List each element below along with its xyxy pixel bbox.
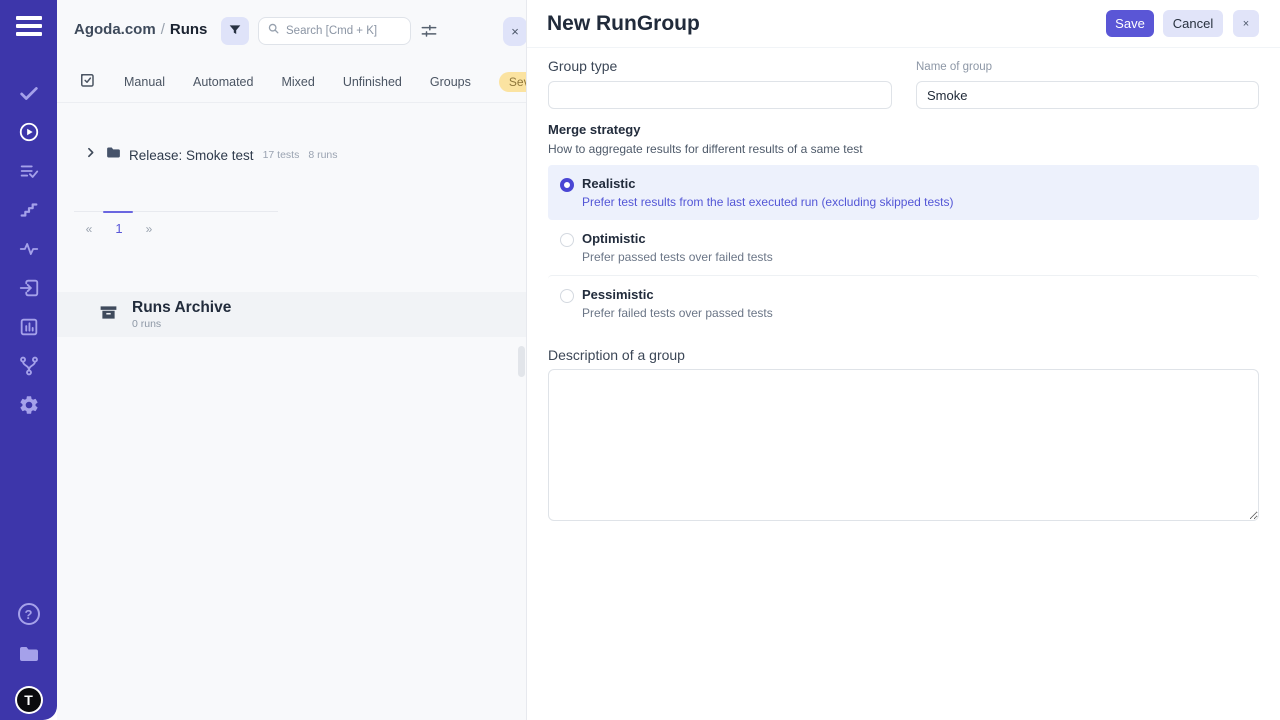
app-window: ? T Agoda.com/Runs × (0, 0, 1280, 720)
sidebar-item-activity[interactable] (0, 232, 57, 271)
pulse-icon (18, 238, 40, 265)
help-icon[interactable]: ? (18, 603, 40, 625)
archive-count: 0 runs (132, 318, 231, 330)
search-icon (267, 22, 280, 40)
funnel-icon (227, 22, 243, 41)
pagination-page-1[interactable]: 1 (111, 221, 127, 236)
select-runs-icon[interactable] (78, 71, 96, 94)
name-of-group-input[interactable] (916, 81, 1259, 109)
filter-tab-automated[interactable]: Automated (193, 75, 253, 89)
archive-title: Runs Archive (132, 299, 231, 316)
run-group-name[interactable]: Release: Smoke test (129, 148, 254, 163)
description-label: Description of a group (548, 347, 1259, 363)
left-panel-close-button[interactable]: × (503, 17, 527, 46)
archive-box-icon (98, 302, 119, 328)
adjustments-icon[interactable] (419, 21, 439, 41)
profile-avatar[interactable]: T (17, 688, 41, 712)
gear-icon (18, 394, 40, 421)
option-pessimistic-label: Pessimistic (582, 287, 773, 302)
bar-chart-icon (18, 316, 40, 343)
new-rungroup-panel: New RunGroup Save Cancel × Group type Na… (527, 0, 1280, 720)
sidebar-item-suites[interactable] (0, 154, 57, 193)
pagination-prev-button[interactable]: « (81, 222, 97, 236)
filter-tab-manual[interactable]: Manual (124, 75, 165, 89)
option-optimistic-label: Optimistic (582, 231, 773, 246)
sidebar-item-runs[interactable] (0, 115, 57, 154)
check-icon (18, 82, 40, 109)
filter-button[interactable] (221, 17, 249, 45)
play-circle-icon (18, 121, 40, 148)
search-box (258, 17, 411, 45)
runs-archive-row[interactable]: Runs Archive 0 runs (57, 292, 527, 337)
option-optimistic[interactable]: Optimistic Prefer passed tests over fail… (548, 220, 1259, 275)
merge-strategy-subtitle: How to aggregate results for different r… (548, 142, 1259, 156)
folder-icon (105, 144, 122, 166)
left-panel-header: Agoda.com/Runs × (57, 0, 527, 62)
list-check-icon (18, 160, 40, 187)
breadcrumb-page[interactable]: Runs (170, 21, 208, 38)
merge-strategy-title: Merge strategy (548, 122, 1259, 137)
run-group-runs-count: 8 runs (308, 149, 337, 161)
projects-folder-icon[interactable] (17, 642, 41, 671)
description-textarea[interactable] (548, 369, 1259, 521)
sidebar-item-branches[interactable] (0, 349, 57, 388)
form-content: Group type Name of group Merge strategy … (527, 48, 1280, 526)
panel-resize-handle[interactable] (518, 346, 525, 377)
pagination: « 1 » (74, 211, 278, 236)
option-realistic-label: Realistic (582, 176, 954, 191)
pagination-next-button[interactable]: » (141, 222, 157, 236)
sidebar-item-milestones[interactable] (0, 193, 57, 232)
radio-realistic[interactable] (560, 178, 574, 192)
option-realistic-desc: Prefer test results from the last execut… (582, 195, 954, 209)
main-sidebar: ? T (0, 0, 57, 720)
sidebar-item-settings[interactable] (0, 388, 57, 427)
pagination-active-indicator (103, 211, 133, 213)
cancel-button[interactable]: Cancel (1163, 10, 1223, 37)
severity-badge[interactable]: Severity (499, 72, 527, 92)
panel-header: New RunGroup Save Cancel × (527, 0, 1280, 48)
runs-list-panel: Agoda.com/Runs × Manual Automated Mixed … (57, 0, 527, 720)
option-optimistic-desc: Prefer passed tests over failed tests (582, 250, 773, 264)
option-realistic[interactable]: Realistic Prefer test results from the l… (548, 165, 1259, 220)
breadcrumb: Agoda.com/Runs (74, 21, 207, 38)
menu-icon[interactable] (16, 16, 42, 36)
pagination-bar (74, 211, 278, 212)
sidebar-item-reports[interactable] (0, 310, 57, 349)
group-type-label: Group type (548, 58, 892, 74)
page-title: New RunGroup (547, 12, 1106, 36)
run-group-tests-count: 17 tests (263, 149, 300, 161)
import-icon (18, 277, 40, 304)
option-pessimistic[interactable]: Pessimistic Prefer failed tests over pas… (548, 275, 1259, 331)
name-of-group-label: Name of group (916, 61, 1259, 73)
filter-tab-groups[interactable]: Groups (430, 75, 471, 89)
filter-tab-mixed[interactable]: Mixed (281, 75, 314, 89)
close-button[interactable]: × (1233, 10, 1259, 37)
group-type-input[interactable] (548, 81, 892, 109)
merge-strategy-options: Realistic Prefer test results from the l… (548, 165, 1259, 331)
radio-optimistic[interactable] (560, 233, 574, 247)
breadcrumb-separator: / (156, 21, 170, 38)
chevron-right-icon[interactable] (84, 146, 97, 164)
sidebar-item-import[interactable] (0, 271, 57, 310)
steps-icon (18, 199, 40, 226)
filter-tab-unfinished[interactable]: Unfinished (343, 75, 402, 89)
radio-pessimistic[interactable] (560, 289, 574, 303)
git-branch-icon (18, 355, 40, 382)
sidebar-item-tests[interactable] (0, 76, 57, 115)
option-pessimistic-desc: Prefer failed tests over passed tests (582, 306, 773, 320)
breadcrumb-project[interactable]: Agoda.com (74, 21, 156, 38)
filter-tabs-row: Manual Automated Mixed Unfinished Groups… (57, 62, 527, 103)
save-button[interactable]: Save (1106, 10, 1154, 37)
run-group-row[interactable]: Release: Smoke test 17 tests 8 runs (57, 140, 527, 170)
search-input[interactable] (286, 25, 396, 37)
